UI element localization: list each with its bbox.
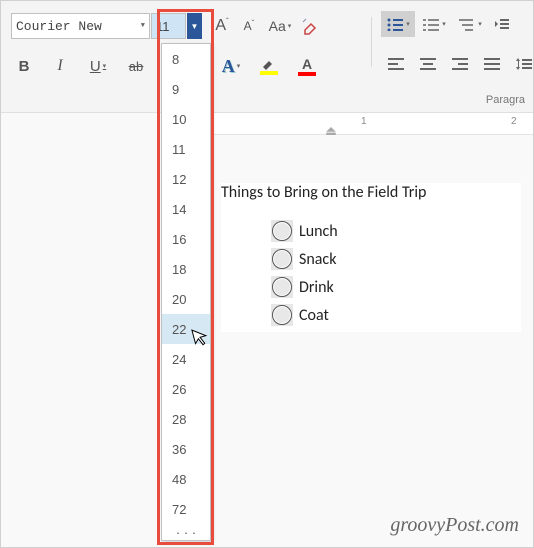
- list-item-label: Snack: [299, 250, 336, 269]
- justify-icon: [484, 58, 500, 70]
- chevron-down-icon: ▼: [141, 22, 145, 30]
- chevron-down-icon: ▼: [191, 22, 199, 31]
- font-size-option[interactable]: 28: [162, 404, 210, 434]
- font-size-option[interactable]: 72: [162, 494, 210, 524]
- font-size-option[interactable]: 16: [162, 224, 210, 254]
- underline-button[interactable]: U▾: [83, 53, 113, 79]
- font-size-combo[interactable]: 11: [151, 13, 186, 39]
- grow-font-button[interactable]: Aˆ: [209, 13, 235, 39]
- line-spacing-button[interactable]: [509, 51, 534, 77]
- list-item-label: Coat: [299, 306, 329, 325]
- font-size-option[interactable]: 20: [162, 284, 210, 314]
- circle-bullet-icon: [272, 277, 292, 297]
- font-size-option[interactable]: 11: [162, 134, 210, 164]
- chevron-down-icon: ▾: [288, 22, 292, 30]
- font-size-option[interactable]: 9: [162, 74, 210, 104]
- align-center-icon: [420, 58, 436, 70]
- document-area: 1 2 Things to Bring on the Field Trip Lu…: [1, 113, 533, 547]
- document-heading: Things to Bring on the Field Trip: [221, 183, 521, 202]
- indent-marker-icon[interactable]: [326, 127, 336, 135]
- align-left-icon: [388, 58, 404, 70]
- font-size-dropdown-button[interactable]: ▼: [187, 13, 202, 39]
- font-size-option[interactable]: 10: [162, 104, 210, 134]
- font-size-dropdown-list[interactable]: 891011121416182022242628364872· · ·: [161, 43, 211, 541]
- text-effects-button[interactable]: A▾: [214, 53, 248, 79]
- font-size-option[interactable]: 14: [162, 194, 210, 224]
- align-right-button[interactable]: [445, 51, 475, 77]
- strikethrough-button[interactable]: ab: [123, 53, 149, 79]
- font-size-option[interactable]: 18: [162, 254, 210, 284]
- list-item: Coat: [271, 304, 521, 326]
- watermark: groovyPost.com: [390, 514, 519, 537]
- multilevel-icon: [458, 17, 476, 31]
- document-page[interactable]: Things to Bring on the Field Trip Lunch S…: [221, 183, 521, 332]
- list-item: Lunch: [271, 220, 521, 242]
- align-center-button[interactable]: [413, 51, 443, 77]
- outdent-icon: [494, 17, 510, 31]
- eraser-icon: [302, 17, 320, 35]
- caret-up-icon: ˆ: [226, 17, 229, 26]
- chevron-down-icon: ▾: [103, 62, 107, 70]
- bullets-button[interactable]: ▾: [381, 11, 415, 37]
- highlighter-icon: [261, 58, 277, 70]
- numbering-icon: [422, 17, 440, 31]
- decrease-indent-button[interactable]: [489, 11, 515, 37]
- bold-button[interactable]: B: [11, 53, 37, 79]
- bullet-list: Lunch Snack Drink Coat: [221, 220, 521, 326]
- change-case-button[interactable]: Aa▾: [263, 13, 297, 39]
- italic-button[interactable]: I: [47, 53, 73, 79]
- align-right-icon: [452, 58, 468, 70]
- ribbon: Courier New ▼ 11 ▼ Aˆ Aˇ Aa▾ B: [1, 1, 533, 113]
- paragraph-group-label: Paragra: [486, 94, 525, 106]
- highlight-button[interactable]: [252, 53, 286, 79]
- circle-bullet-icon: [272, 221, 292, 241]
- horizontal-ruler[interactable]: 1 2: [201, 113, 533, 135]
- justify-button[interactable]: [477, 51, 507, 77]
- chevron-down-icon: ▾: [442, 20, 446, 28]
- separator: [371, 17, 372, 67]
- font-size-option[interactable]: 24: [162, 344, 210, 374]
- multilevel-list-button[interactable]: ▾: [453, 11, 487, 37]
- font-color-button[interactable]: A: [290, 53, 324, 79]
- font-size-value: 11: [156, 19, 170, 34]
- more-indicator: · · ·: [162, 524, 210, 540]
- font-size-option[interactable]: 8: [162, 44, 210, 74]
- font-size-option[interactable]: 12: [162, 164, 210, 194]
- clear-formatting-button[interactable]: [298, 13, 324, 39]
- chevron-down-icon: ▾: [237, 62, 241, 70]
- shrink-font-button[interactable]: Aˇ: [236, 13, 262, 39]
- font-size-option[interactable]: 36: [162, 434, 210, 464]
- font-name-combo[interactable]: Courier New ▼: [11, 13, 150, 39]
- list-item-label: Drink: [299, 278, 334, 297]
- caret-down-icon: ˇ: [252, 19, 255, 28]
- circle-bullet-icon: [272, 249, 292, 269]
- line-spacing-icon: [515, 57, 533, 71]
- font-name-value: Courier New: [16, 19, 102, 34]
- numbering-button[interactable]: ▾: [417, 11, 451, 37]
- list-item: Snack: [271, 248, 521, 270]
- chevron-down-icon: ▾: [478, 20, 482, 28]
- font-size-option[interactable]: 48: [162, 464, 210, 494]
- list-item: Drink: [271, 276, 521, 298]
- list-item-label: Lunch: [299, 222, 338, 241]
- bullets-icon: [386, 17, 404, 31]
- font-size-option[interactable]: 26: [162, 374, 210, 404]
- chevron-down-icon: ▾: [406, 20, 410, 28]
- align-left-button[interactable]: [381, 51, 411, 77]
- circle-bullet-icon: [272, 305, 292, 325]
